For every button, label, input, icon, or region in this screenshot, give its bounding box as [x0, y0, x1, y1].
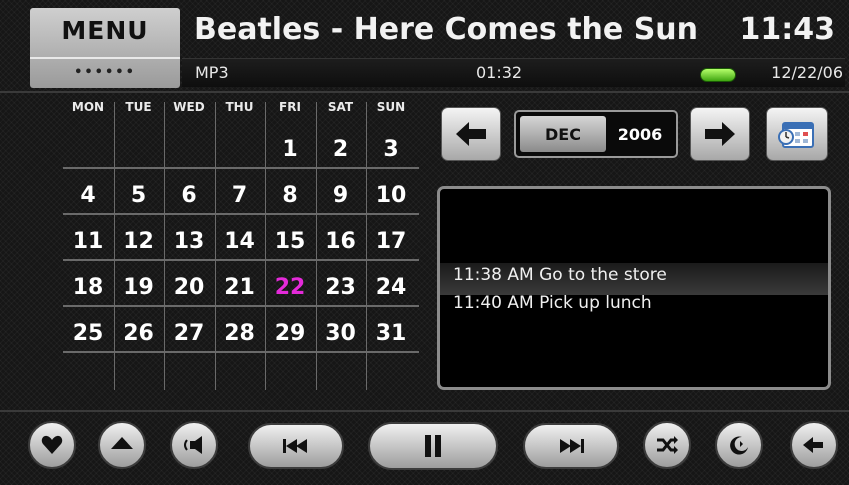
calendar-day[interactable]: 30 — [316, 321, 366, 346]
calendar-grid: MON TUE WED THU FRI SAT SUN 1 2 3 4 5 6 7 8 9 10 11 12 13 14… — [63, 100, 419, 392]
repeat-button[interactable] — [715, 421, 763, 469]
month-label: DEC — [545, 125, 581, 144]
event-list[interactable]: 11:38 AM Go to the store 11:40 AM Pick u… — [437, 186, 831, 390]
repeat-moon-icon — [730, 436, 748, 455]
calendar-day[interactable]: 18 — [63, 275, 113, 300]
left-arrow-icon — [456, 122, 486, 146]
calendar-day[interactable]: 6 — [164, 183, 214, 208]
calendar-day[interactable]: 21 — [215, 275, 265, 300]
calendar-day[interactable]: 24 — [366, 275, 416, 300]
right-arrow-icon — [705, 122, 735, 146]
elapsed-time: 01:32 — [476, 63, 523, 82]
pause-icon — [425, 435, 441, 457]
calendar-day[interactable]: 28 — [215, 321, 265, 346]
calendar-day[interactable]: 11 — [63, 229, 113, 254]
previous-track-icon — [283, 439, 307, 453]
year-label: 2006 — [617, 125, 663, 144]
calendar-day[interactable]: 25 — [63, 321, 113, 346]
status-bar: MP3 01:32 12/22/06 — [182, 58, 845, 87]
calendar-day[interactable]: 1 — [265, 137, 315, 162]
calendar-day[interactable]: 4 — [63, 183, 113, 208]
calendar-day[interactable]: 14 — [215, 229, 265, 254]
heart-icon — [41, 435, 63, 454]
calendar-day[interactable]: 3 — [366, 137, 416, 162]
calendar-day[interactable]: 27 — [164, 321, 214, 346]
app-frame: MENU •••••• Beatles - Here Comes the Sun… — [0, 0, 849, 485]
calendar-day-today[interactable]: 22 — [265, 275, 315, 300]
menu-dots: •••••• — [74, 65, 136, 80]
calendar-day[interactable]: 19 — [114, 275, 164, 300]
calendar-day[interactable]: 2 — [316, 137, 366, 162]
weekday-header: WED — [173, 100, 205, 114]
weekday-header: TUE — [125, 100, 152, 114]
up-button[interactable] — [98, 421, 146, 469]
previous-track-button[interactable] — [248, 423, 344, 469]
calendar-day[interactable]: 20 — [164, 275, 214, 300]
speaker-button[interactable] — [170, 421, 218, 469]
grid-line-horizontal — [63, 305, 419, 307]
weekday-header: FRI — [279, 100, 301, 114]
shuffle-icon — [657, 436, 678, 454]
calendar-day[interactable]: 8 — [265, 183, 315, 208]
calendar-day[interactable]: 15 — [265, 229, 315, 254]
calendar-day[interactable]: 23 — [316, 275, 366, 300]
grid-line-horizontal — [63, 259, 419, 261]
heart-button[interactable] — [28, 421, 76, 469]
calendar-day[interactable]: 5 — [114, 183, 164, 208]
clock: 11:43 — [739, 12, 836, 47]
weekday-header: MON — [71, 100, 105, 114]
calendar-icon — [778, 122, 814, 148]
calendar-day[interactable]: 26 — [114, 321, 164, 346]
grid-line-horizontal — [63, 167, 419, 169]
menu-divider — [30, 57, 180, 59]
next-track-button[interactable] — [523, 423, 619, 469]
calendar-day[interactable]: 9 — [316, 183, 366, 208]
eject-up-icon — [111, 437, 133, 449]
weekday-header: SUN — [376, 100, 406, 114]
battery-icon — [700, 68, 736, 82]
calendar-day[interactable]: 7 — [215, 183, 265, 208]
shuffle-button[interactable] — [643, 421, 691, 469]
calendar-day[interactable]: 13 — [164, 229, 214, 254]
speaker-icon — [184, 436, 202, 454]
back-arrow-icon — [803, 437, 823, 453]
month-year-display: DEC 2006 — [514, 110, 678, 158]
calendar-day[interactable]: 29 — [265, 321, 315, 346]
calendar-day[interactable]: 17 — [366, 229, 416, 254]
event-item[interactable]: 11:40 AM Pick up lunch — [453, 293, 652, 313]
weekday-header: SAT — [327, 100, 354, 114]
back-button[interactable] — [790, 421, 838, 469]
weekday-header: THU — [225, 100, 254, 114]
grid-line-horizontal — [63, 213, 419, 215]
event-item[interactable]: 11:38 AM Go to the store — [453, 265, 667, 285]
audio-format: MP3 — [195, 63, 229, 82]
status-date: 12/22/06 — [771, 63, 843, 82]
pause-button[interactable] — [368, 422, 498, 470]
grid-line-horizontal — [63, 351, 419, 353]
now-playing-title: Beatles - Here Comes the Sun — [194, 12, 699, 47]
calendar-day[interactable]: 16 — [316, 229, 366, 254]
calendar-view-button[interactable] — [766, 107, 828, 161]
calendar-day[interactable]: 10 — [366, 183, 416, 208]
next-month-button[interactable] — [690, 107, 750, 161]
menu-button[interactable]: MENU •••••• — [30, 8, 180, 88]
next-track-icon — [560, 439, 584, 453]
controls-divider — [0, 410, 849, 412]
prev-month-button[interactable] — [441, 107, 501, 161]
header-divider — [0, 91, 849, 93]
menu-label: MENU — [61, 16, 149, 45]
calendar-day[interactable]: 31 — [366, 321, 416, 346]
calendar-day[interactable]: 12 — [114, 229, 164, 254]
